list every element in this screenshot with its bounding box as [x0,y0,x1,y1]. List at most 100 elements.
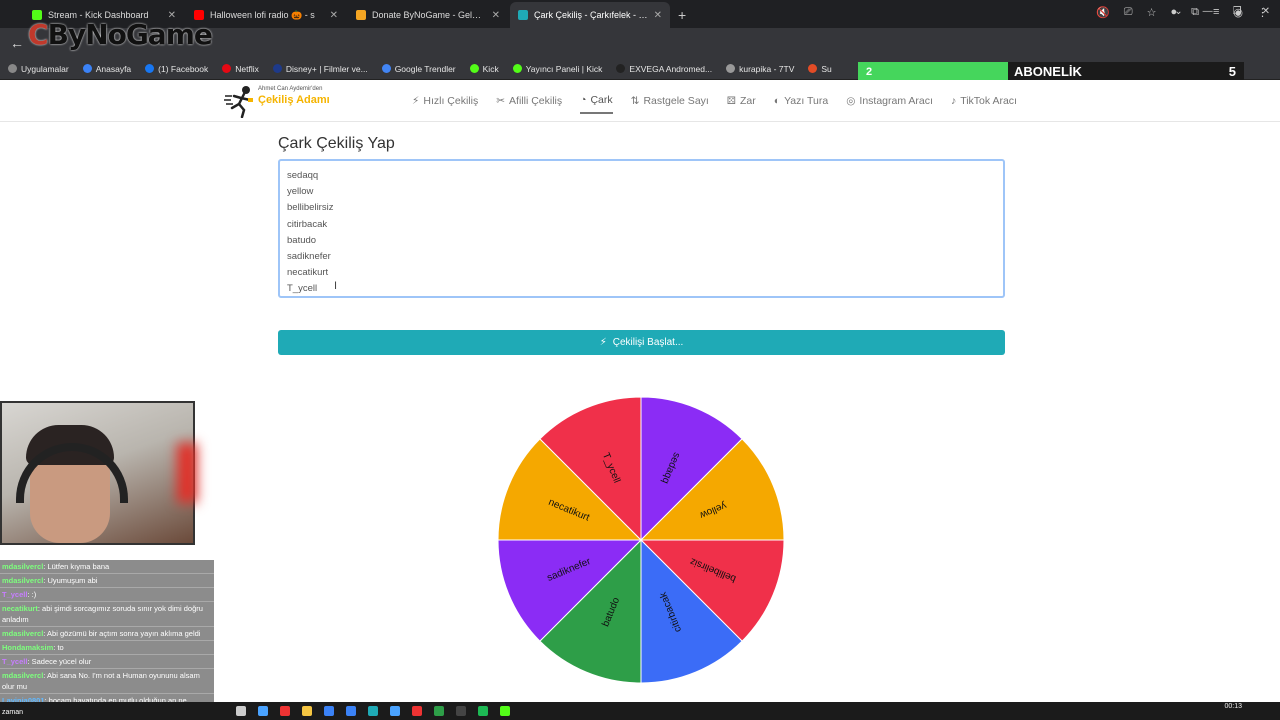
browser-tab[interactable]: Çark Çekiliş - Çarkıfelek - Hızlı Ç ✕ [510,2,670,28]
name-line: yellow [287,186,314,198]
chat-text: Uyumuşum abi [47,576,98,585]
bookmark-label: Uygulamalar [21,63,69,74]
stream-chat: mdasilvercl: Lütfen kıyma bana mdasilverc… [0,560,214,708]
bookmark-item[interactable]: Su [808,63,832,74]
brand-prefix: C [28,18,49,51]
nav-label: Yazı Tura [784,95,829,107]
name-line: sadiknefer [287,251,331,263]
nav-link[interactable]: ◐ Yazı Tura [774,94,829,114]
bookmark-item[interactable]: Netflix [222,64,259,74]
bookmark-favicon-icon [82,64,92,73]
puzzle-icon[interactable]: ⧉ [1191,6,1199,19]
chat-text: :) [31,590,37,599]
bookmark-item[interactable]: Yayıncı Paneli | Kick [512,63,603,74]
steam-icon[interactable] [456,706,466,716]
vscode-icon[interactable] [346,706,356,716]
name-line: necatikurt [287,267,329,279]
nav-link[interactable]: ◔ Çark [580,94,613,114]
more-icon[interactable]: ⋮ [1257,6,1268,19]
new-tab-button[interactable]: + [678,2,686,28]
names-textarea[interactable]: sedaqq yellow bellibelirsiz citirbacak batud… [278,159,1005,298]
back-arrow-icon[interactable]: ← [10,35,30,51]
nav-icon: ◐ [773,95,781,107]
bookmark-item[interactable]: Uygulamalar [8,64,69,74]
browser-tab[interactable]: Donate ByNoGame - Gelen/Gid ✕ [348,2,508,28]
nav-link[interactable]: ♪ TikTok Aracı [951,94,1017,114]
chat-message: T_ycell: :) [0,588,214,602]
mute-icon[interactable]: 🔇 [1096,6,1110,19]
nav-link[interactable]: ◎ Instagram Aracı [846,94,933,114]
zaman-label: zaman [2,709,24,716]
nav-icon: ⇅ [630,95,640,107]
subscriber-label-text: ABONELİK [1014,64,1082,79]
bookmark-label: Google Trendler [394,63,456,74]
chat-text: Sadece yücel olur [31,657,92,666]
nav-link[interactable]: ⚡ Hızlı Çekiliş [412,94,478,114]
name-line: citirbacak [287,218,328,230]
bookmark-label: Kick [482,63,499,74]
bookmark-label: Yayıncı Paneli | Kick [525,63,603,74]
chat-message: necatikurt: abi şimdi sorcagımız soruda … [0,602,214,627]
bookmark-favicon-icon [8,64,17,73]
tab-favicon-icon [518,10,528,20]
bookmark-item[interactable]: EXVEGA Andromed... [616,64,712,74]
bookmark-item[interactable]: (1) Facebook [145,64,208,74]
chat-message: Hondamaksim: to [0,641,214,655]
nav-label: Instagram Aracı [859,95,933,107]
nav-links: ⚡ Hızlı Çekiliş ✂ Afilli Çekiliş ◔ Çark ⇅ Rastg… [412,94,1017,114]
chat-message: mdasilvercl: Lütfen kıyma bana [0,560,214,574]
bookmark-favicon-icon [512,64,522,73]
chat-username: Hondamaksim [2,643,54,652]
start-draw-button[interactable]: ⚡ Çekilişi Başlat... [278,330,1005,355]
close-tab-icon[interactable]: ✕ [330,10,338,21]
app-icon[interactable] [368,706,378,716]
obs-icon[interactable] [412,706,422,716]
taskbar-clock: 00:13 [1224,703,1242,710]
bookmark-favicon-icon [469,64,479,73]
extension-icon[interactable]: ● [1170,6,1177,19]
name-line: batudo [287,234,317,246]
logo-title: Çekiliş Adamı [258,94,330,106]
site-logo[interactable]: Ahmet Can Aydemir'den Çekiliş Adamı [224,84,334,119]
star-icon[interactable]: ☆ [1147,6,1157,19]
bookmark-favicon-icon [616,64,626,73]
chrome-icon[interactable] [280,706,290,716]
brand-text: ByNoGame [47,18,213,51]
edge-icon[interactable] [258,706,268,716]
excel-icon[interactable] [434,706,444,716]
prize-wheel[interactable]: sedaqqyellowbellibelirsizcitirbacakbatud… [496,395,786,685]
nav-link[interactable]: ⇅ Rastgele Sayı [631,94,709,114]
bookmark-label: kurapika - 7TV [739,63,795,74]
nav-link[interactable]: ⚄ Zar [727,94,756,114]
chat-username: mdasilvercl [2,671,44,680]
nav-icon: ⚄ [726,95,736,107]
bookmark-item[interactable]: Google Trendler [381,63,456,74]
nav-label: Çark [590,94,613,106]
search-icon[interactable] [236,706,246,716]
name-line: bellibelirsiz [287,202,334,214]
mail-icon[interactable] [390,706,400,716]
tab-title: Donate ByNoGame - Gelen/Gid [372,10,486,20]
nav-icon: ✂ [496,95,506,107]
avatar[interactable]: ◉ [1233,6,1243,19]
logo-subtitle: Ahmet Can Aydemir'den [258,86,323,92]
bookmark-item[interactable]: kurapika - 7TV [726,64,794,74]
nav-link[interactable]: ✂ Afilli Çekiliş [496,94,562,114]
store-icon[interactable] [324,706,334,716]
red-light [177,443,197,503]
bookmark-item[interactable]: Anasayfa [82,64,131,74]
close-tab-icon[interactable]: ✕ [492,10,500,21]
spotify-icon[interactable] [478,706,488,716]
menu-icon[interactable]: ≡ [1213,6,1219,19]
nav-label: Hızlı Çekiliş [423,95,479,107]
tab-favicon-icon [356,10,366,20]
kick-icon[interactable] [500,706,510,716]
bookmark-label: Su [821,63,832,74]
close-tab-icon[interactable]: ✕ [654,10,662,21]
cast-icon[interactable]: ⎚ [1124,6,1133,19]
bookmark-item[interactable]: Kick [469,63,499,74]
chat-username: mdasilvercl [2,562,44,571]
folder-icon[interactable] [302,706,312,716]
bookmark-item[interactable]: Disney+ | Filmler ve... [272,64,368,74]
name-line: sedaqq [287,170,319,181]
